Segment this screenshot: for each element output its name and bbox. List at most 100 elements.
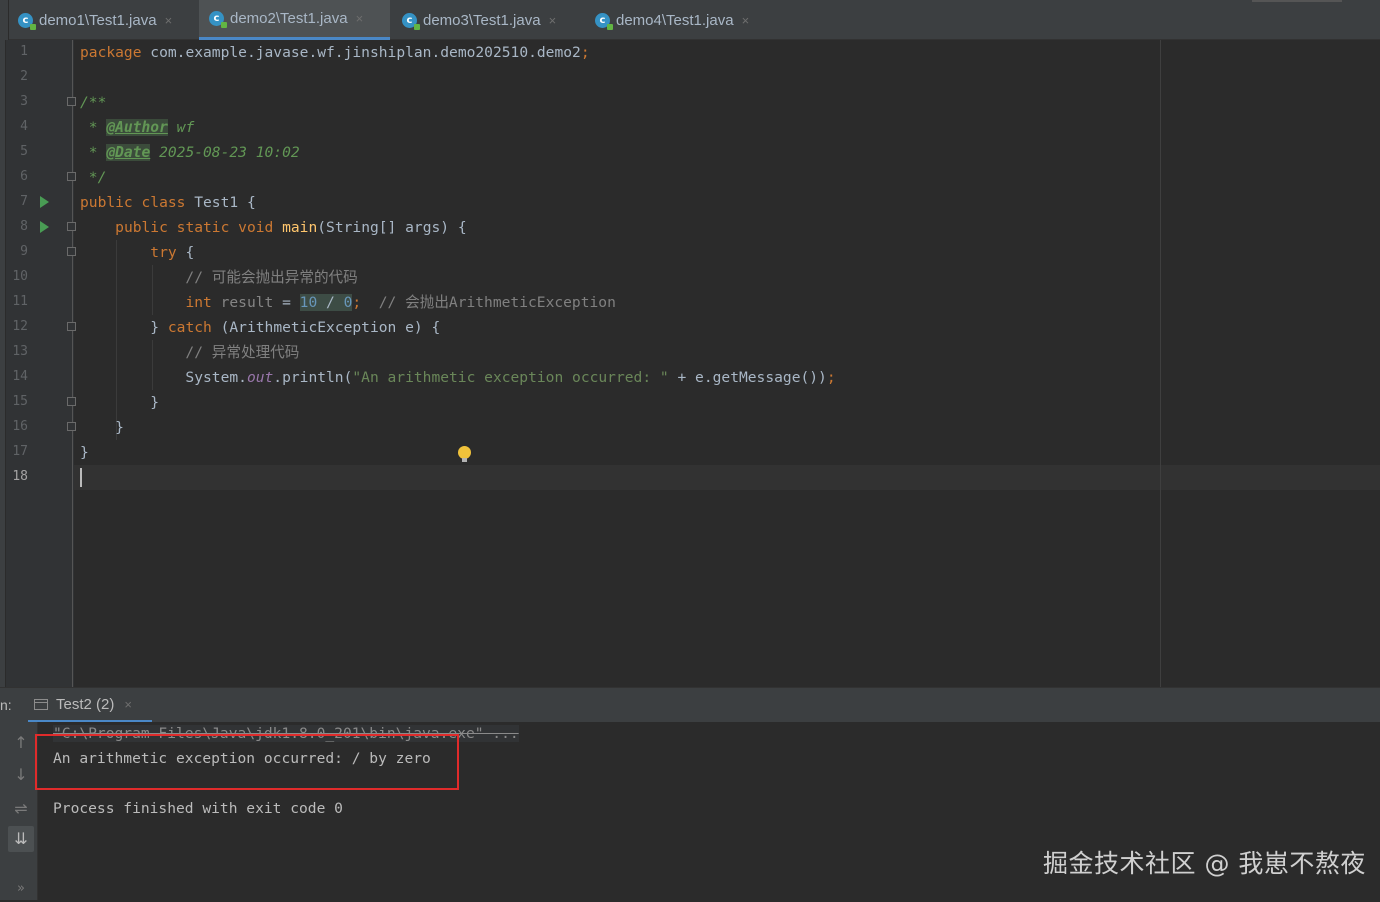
run-main-icon[interactable]: [40, 221, 49, 233]
line-number: 17: [12, 444, 28, 459]
javadoc-tag: @Date: [106, 144, 151, 161]
line-number: 15: [12, 394, 28, 409]
code-line-10: // 可能会抛出异常的代码: [80, 269, 358, 286]
keyword: catch: [167, 319, 212, 336]
run-tab-label: Test2 (2): [56, 695, 115, 713]
more-tools-icon[interactable]: »: [8, 876, 34, 902]
code-text: + e.getMessage()): [668, 369, 827, 386]
tab-label: demo3\Test1.java: [423, 11, 541, 29]
code-line-15: }: [80, 394, 160, 411]
java-class-icon: c: [402, 12, 420, 30]
close-tab-icon[interactable]: ×: [165, 13, 173, 28]
keyword: package: [80, 44, 142, 61]
code-line-11: int result = 10 / 0; // 会抛出ArithmeticExc…: [80, 290, 616, 315]
code-text: com.example.javase.wf.jinshiplan.demo202…: [141, 44, 581, 61]
unused-variable: result: [211, 294, 274, 311]
code-text: {: [176, 244, 195, 261]
fold-icon[interactable]: [67, 222, 76, 231]
code-text: (ArithmeticException e) {: [211, 319, 441, 336]
semicolon: ;: [826, 369, 836, 386]
watermark: 掘金技术社区 @ 我崽不熬夜: [1043, 849, 1366, 878]
arrow-up-icon[interactable]: ↑: [8, 730, 34, 756]
fold-icon[interactable]: [67, 322, 76, 331]
tab-demo3-test1[interactable]: c demo3\Test1.java ×: [394, 0, 584, 40]
code-line-1: package com.example.javase.wf.jinshiplan…: [80, 40, 590, 65]
keyword: public class: [80, 194, 186, 211]
line-number: 12: [12, 319, 28, 334]
string-literal: "An arithmetic exception occurred: ": [352, 369, 669, 386]
run-tab-test2[interactable]: Test2 (2) ×: [28, 688, 152, 723]
arrow-down-icon[interactable]: ↓: [8, 762, 34, 788]
keyword: int: [185, 294, 212, 311]
tab-label: demo2\Test1.java: [230, 10, 348, 27]
code-line-13: // 异常处理代码: [80, 344, 300, 361]
code-line-17: }: [80, 444, 89, 461]
code-line-12: } catch (ArithmeticException e) {: [80, 315, 440, 340]
semicolon: ;: [580, 44, 590, 61]
close-tab-icon[interactable]: ×: [742, 13, 750, 28]
left-tool-strip: [0, 40, 5, 687]
current-line-highlight: [74, 465, 1380, 490]
lightbulb-icon[interactable]: [458, 446, 471, 462]
fold-icon[interactable]: [67, 172, 76, 181]
text-caret: [80, 468, 82, 487]
code-text: System.: [80, 369, 247, 386]
tab-demo4-test1[interactable]: c demo4\Test1.java ×: [587, 0, 777, 40]
code-text: (String[] args) {: [317, 219, 467, 236]
scroll-to-end-icon[interactable]: ⇊: [8, 826, 34, 852]
code-text: .println(: [273, 369, 353, 386]
code-line-8: public static void main(String[] args) {: [80, 215, 467, 240]
operator: /: [317, 294, 344, 311]
line-number: 14: [12, 369, 28, 384]
line-number: 7: [20, 194, 28, 209]
fold-icon[interactable]: [67, 422, 76, 431]
line-number: 5: [20, 144, 28, 159]
java-class-icon: c: [595, 12, 613, 30]
code-line-4: * @Author wf: [80, 115, 194, 140]
line-number: 3: [20, 94, 28, 109]
close-run-tab-icon[interactable]: ×: [124, 697, 132, 712]
tab-bar-left-edge: [0, 0, 9, 40]
run-panel-label: n:: [0, 697, 12, 713]
tab-label: demo4\Test1.java: [616, 11, 734, 29]
code-line-16: }: [80, 419, 124, 436]
javadoc-value: wf: [167, 119, 195, 136]
line-number: 6: [20, 169, 28, 184]
line-number: 11: [12, 294, 28, 309]
gutter-separator: [72, 40, 73, 687]
soft-wrap-icon[interactable]: ⇌: [8, 796, 34, 822]
line-number: 18: [12, 469, 28, 484]
keyword: public static void: [115, 219, 274, 236]
line-number: 8: [20, 219, 28, 234]
code-line-9: try {: [80, 240, 194, 265]
fold-icon[interactable]: [67, 397, 76, 406]
code-text: }: [80, 319, 168, 336]
line-number: 1: [20, 44, 28, 59]
tab-bar-top-line: [1252, 0, 1342, 2]
run-panel-header: n: Test2 (2) ×: [0, 687, 1380, 723]
close-tab-icon[interactable]: ×: [549, 13, 557, 28]
editor-tab-bar: c demo1\Test1.java × c demo2\Test1.java …: [0, 0, 1380, 40]
tab-demo2-test1[interactable]: c demo2\Test1.java ×: [199, 0, 390, 40]
java-class-icon: c: [18, 12, 36, 30]
tab-demo1-test1[interactable]: c demo1\Test1.java ×: [12, 0, 195, 40]
javadoc-value: 2025-08-23 10:02: [150, 144, 300, 161]
run-class-icon[interactable]: [40, 196, 49, 208]
close-tab-icon[interactable]: ×: [356, 11, 364, 26]
line-number: 9: [20, 244, 28, 259]
semicolon: ;: [352, 294, 362, 311]
line-number: 2: [20, 69, 28, 84]
line-number: 10: [12, 269, 28, 284]
fold-icon[interactable]: [67, 97, 76, 106]
run-panel-toolbar: ↑ ↓ ⇌ ⇊ »: [0, 722, 38, 900]
tab-label: demo1\Test1.java: [39, 11, 157, 29]
editor-gutter[interactable]: [6, 40, 74, 687]
method-name: main: [282, 219, 318, 236]
fold-icon[interactable]: [67, 247, 76, 256]
right-margin-guide: [1160, 40, 1161, 687]
code-line-14: System.out.println("An arithmetic except…: [80, 365, 836, 390]
doc-star: *: [80, 119, 107, 136]
highlight-annotation-box: [35, 734, 459, 790]
